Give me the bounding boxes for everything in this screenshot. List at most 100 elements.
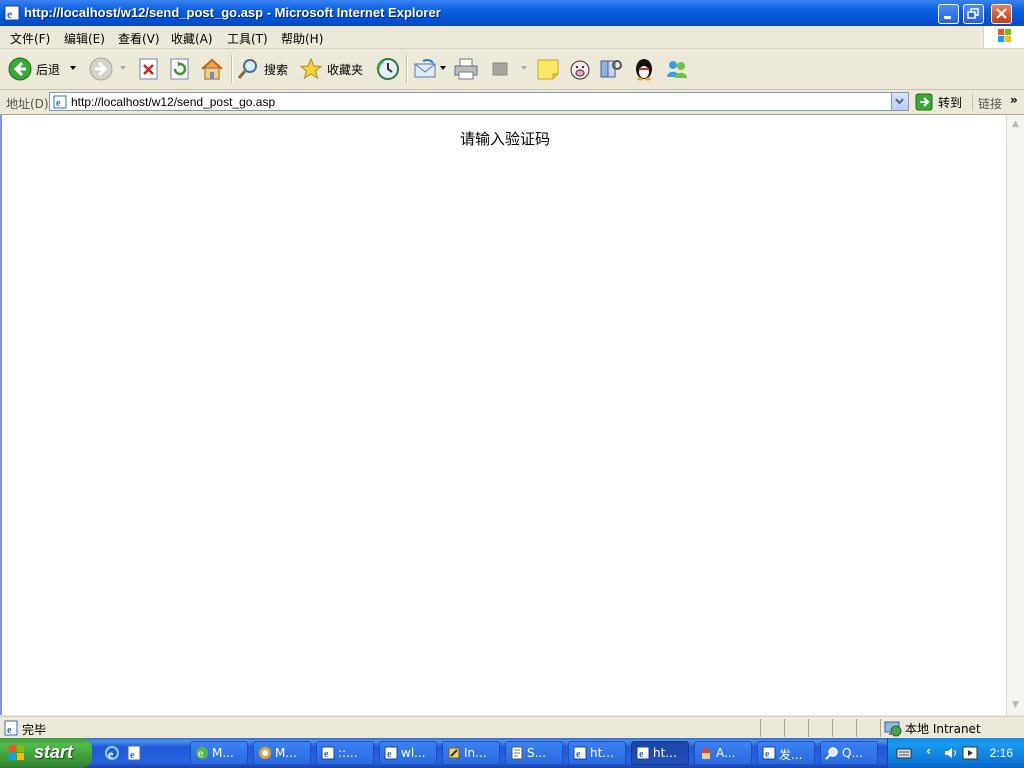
taskbar-item[interactable]: S... bbox=[505, 741, 563, 765]
svg-text:e: e bbox=[765, 749, 770, 760]
back-dropdown-icon[interactable] bbox=[70, 66, 76, 70]
taskbar-item[interactable]: e wl... bbox=[379, 741, 437, 765]
go-label: 转到 bbox=[938, 95, 963, 110]
forward-dropdown-icon bbox=[120, 66, 126, 70]
tray-expand-icon[interactable]: ‹ bbox=[926, 744, 931, 758]
ie-icon: e bbox=[4, 5, 20, 21]
go-button[interactable]: 转到 bbox=[915, 93, 962, 111]
ie-icon: e bbox=[384, 746, 398, 760]
restore-icon bbox=[967, 8, 979, 19]
research-button[interactable] bbox=[598, 53, 624, 85]
notes-button[interactable] bbox=[536, 53, 560, 85]
taskbar-item[interactable]: e ht... bbox=[568, 741, 626, 765]
taskbar-item[interactable]: In... bbox=[442, 741, 500, 765]
security-zone[interactable]: 本地 Intranet bbox=[884, 720, 981, 737]
menu-favorites[interactable]: 收藏(A) bbox=[171, 30, 213, 47]
qq-button[interactable] bbox=[631, 53, 657, 85]
page-done-icon: e bbox=[4, 720, 18, 736]
mail-icon bbox=[414, 58, 436, 78]
links-label[interactable]: 链接 bbox=[978, 95, 1002, 112]
taskbar-item[interactable]: e 发... bbox=[757, 741, 815, 765]
svg-text:e: e bbox=[56, 98, 61, 109]
back-button[interactable]: 后退 bbox=[8, 53, 60, 85]
window-title: http://localhost/w12/send_post_go.asp - … bbox=[24, 5, 441, 20]
svg-text:e: e bbox=[7, 725, 12, 736]
edit-button bbox=[490, 53, 510, 85]
start-button[interactable]: start bbox=[0, 738, 92, 768]
stop-button[interactable] bbox=[138, 53, 160, 85]
clock: 2:16 bbox=[989, 746, 1013, 760]
toolbar-separator bbox=[231, 55, 233, 83]
windows-flag-icon bbox=[998, 29, 1011, 42]
menu-view[interactable]: 查看(V) bbox=[118, 30, 160, 47]
msn-button[interactable] bbox=[664, 53, 690, 85]
taskbar-item[interactable]: A... bbox=[694, 741, 752, 765]
taskbar-item[interactable]: e::... bbox=[316, 741, 374, 765]
address-dropdown-button[interactable] bbox=[891, 93, 908, 110]
menu-tools[interactable]: 工具(T) bbox=[227, 30, 268, 47]
svg-text:e: e bbox=[639, 749, 644, 760]
tool-icon bbox=[448, 747, 460, 759]
msn-buddies-icon bbox=[667, 61, 687, 78]
volume-icon[interactable] bbox=[943, 746, 959, 760]
restore-button[interactable] bbox=[963, 4, 984, 24]
status-panel bbox=[808, 719, 809, 737]
scroll-down-icon[interactable]: ▼ bbox=[1008, 698, 1023, 713]
status-bar: e 完毕 本地 Intranet bbox=[0, 716, 1024, 739]
favorites-label: 收藏夹 bbox=[327, 62, 364, 77]
ie-icon: e bbox=[762, 746, 776, 760]
mail-button[interactable] bbox=[413, 53, 439, 85]
status-panel bbox=[760, 719, 761, 737]
address-url: http://localhost/w12/send_post_go.asp bbox=[71, 95, 276, 109]
taskbar-item[interactable]: M... bbox=[253, 741, 311, 765]
print-button[interactable] bbox=[453, 53, 479, 85]
messenger-pig-button[interactable] bbox=[567, 53, 593, 85]
printer-icon bbox=[454, 58, 478, 80]
address-input[interactable]: e http://localhost/w12/send_post_go.asp bbox=[49, 92, 909, 111]
status-panel bbox=[856, 719, 857, 737]
taskbar-item-active[interactable]: e ht... bbox=[631, 741, 689, 765]
stop-icon bbox=[139, 58, 158, 80]
page-icon bbox=[511, 746, 523, 760]
vertical-scrollbar[interactable]: ▲ ▼ bbox=[1006, 115, 1024, 715]
sticky-note-icon bbox=[537, 59, 559, 80]
search-label: 搜索 bbox=[264, 62, 289, 77]
address-bar: 地址(D) e http://localhost/w12/send_post_g… bbox=[0, 90, 1024, 115]
menu-file[interactable]: 文件(F) bbox=[10, 30, 50, 47]
close-button[interactable] bbox=[991, 4, 1012, 24]
taskbar-item[interactable]: e M... bbox=[190, 741, 248, 765]
keyboard-icon[interactable] bbox=[896, 746, 912, 760]
svg-text:e: e bbox=[324, 749, 329, 760]
home-button[interactable] bbox=[199, 53, 225, 85]
refresh-button[interactable] bbox=[169, 53, 191, 85]
intranet-globe-icon bbox=[884, 721, 902, 736]
menu-edit[interactable]: 编辑(E) bbox=[64, 30, 105, 47]
minimize-button[interactable] bbox=[938, 4, 959, 24]
scroll-up-icon[interactable]: ▲ bbox=[1008, 117, 1023, 132]
quicklaunch-page-icon[interactable]: e bbox=[126, 745, 142, 761]
menu-bar: 文件(F) 编辑(E) 查看(V) 收藏(A) 工具(T) 帮助(H) bbox=[0, 26, 1024, 49]
search-button[interactable]: 搜索 bbox=[236, 53, 288, 85]
taskbar-item[interactable]: Q... bbox=[820, 741, 878, 765]
mail-dropdown-icon[interactable] bbox=[440, 66, 446, 70]
zone-label: 本地 Intranet bbox=[905, 722, 981, 736]
ie-icon: e bbox=[636, 746, 650, 760]
status-text: 完毕 bbox=[22, 723, 47, 737]
favorites-button[interactable]: 收藏夹 bbox=[299, 53, 363, 85]
page-message: 请输入验证码 bbox=[459, 130, 550, 148]
history-button[interactable] bbox=[375, 53, 401, 85]
page-content: 请输入验证码 bbox=[0, 115, 1006, 715]
quicklaunch-ie-icon[interactable]: e bbox=[104, 745, 120, 761]
toolbar: 后退 搜索 收藏夹 bbox=[0, 49, 1024, 90]
links-chevron-icon[interactable]: » bbox=[1010, 93, 1018, 107]
ie-icon: e bbox=[321, 746, 335, 760]
forward-arrow-icon bbox=[89, 57, 113, 81]
svg-text:e: e bbox=[387, 749, 392, 760]
menu-help[interactable]: 帮助(H) bbox=[281, 30, 323, 47]
svg-text:e: e bbox=[130, 750, 135, 761]
history-icon bbox=[376, 58, 399, 80]
forward-button[interactable] bbox=[89, 53, 113, 85]
status-panel bbox=[880, 719, 881, 737]
media-icon[interactable] bbox=[962, 746, 978, 760]
close-icon bbox=[996, 8, 1007, 19]
